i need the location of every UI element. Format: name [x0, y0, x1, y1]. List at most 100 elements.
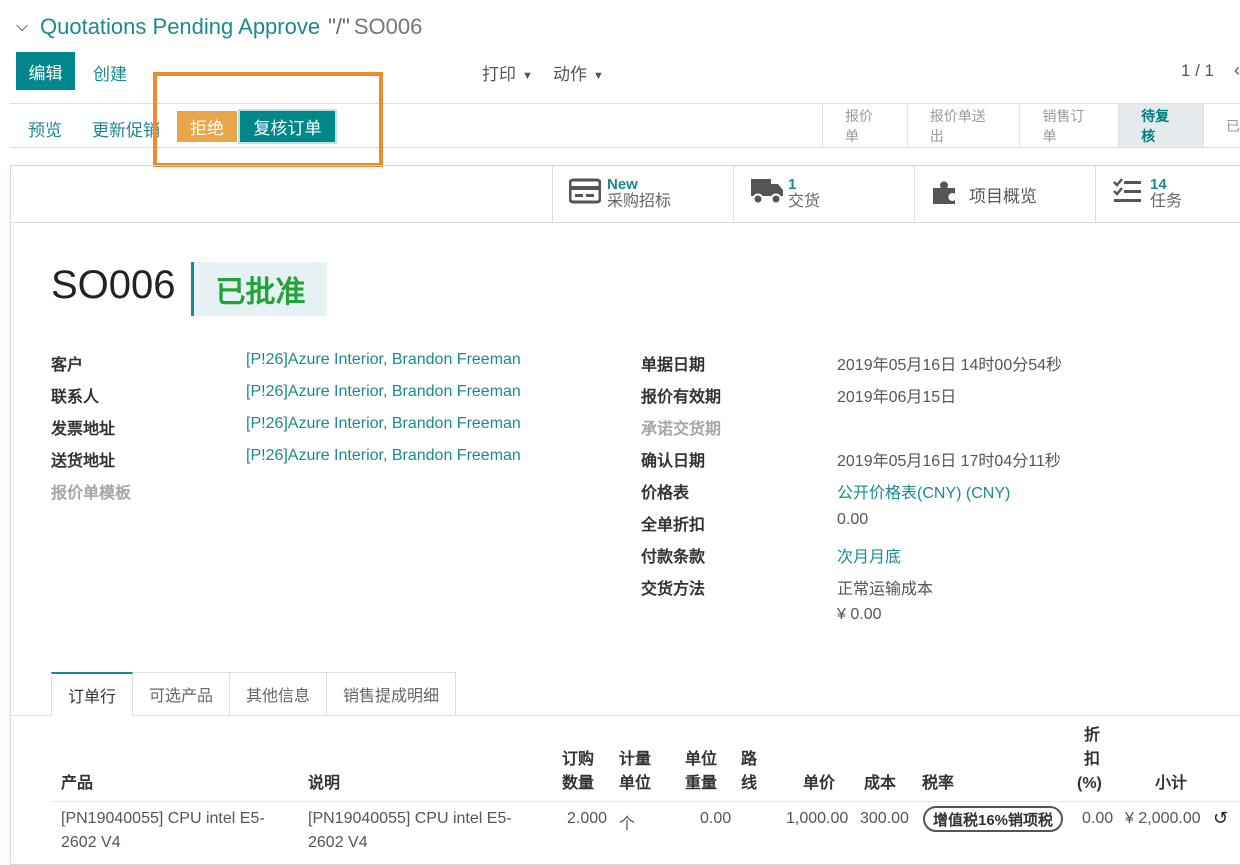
order-date-label: 单据日期 — [641, 357, 706, 374]
col-qty-line1[interactable]: 订购 — [562, 748, 594, 772]
commitment-date-label: 承诺交货期 — [641, 421, 722, 438]
payment-terms-label: 付款条款 — [641, 549, 706, 566]
project-overview-button[interactable]: 项目概览 — [914, 166, 1095, 222]
delivery-address-value[interactable]: [P!26]Azure Interior, Brandon Freeman — [246, 447, 521, 465]
tax-tag[interactable]: 增值税16%销项税 — [923, 806, 1064, 832]
smart-button-number: 1 — [788, 176, 797, 193]
status-badge: 已批准 — [194, 262, 327, 316]
payment-terms-value[interactable]: 次月月底 — [837, 543, 901, 567]
smart-button-bar: New 采购招标 1 交货 项目概览 14 任务 — [11, 166, 1240, 223]
col-uom-line1[interactable]: 计量 — [619, 748, 651, 772]
tasks-button[interactable]: 14 任务 — [1095, 166, 1240, 222]
col-tax[interactable]: 税率 — [922, 772, 954, 796]
create-button[interactable]: 创建 — [93, 60, 127, 85]
col-discount-line1[interactable]: 折 — [1084, 724, 1100, 748]
row-subtotal[interactable]: ¥ 2,000.00 — [1125, 810, 1201, 828]
breadcrumb: ⌵ Quotations Pending Approve "/" SO006 — [16, 14, 422, 40]
row-product-line2[interactable]: 2602 V4 — [61, 834, 121, 852]
edit-button[interactable]: 编辑 — [16, 52, 75, 90]
row-qty[interactable]: 2.000 — [567, 810, 607, 828]
tab-optional-products[interactable]: 可选产品 — [133, 672, 231, 716]
chevron-down-icon[interactable]: ⌵ — [16, 18, 40, 36]
validity-label: 报价有效期 — [641, 389, 722, 406]
puzzle-icon — [931, 176, 969, 213]
pager-previous-icon[interactable]: ‹ — [1234, 60, 1240, 81]
col-route-line2[interactable]: 线 — [741, 772, 757, 796]
confirmation-date-label: 确认日期 — [641, 453, 706, 470]
row-unit-price[interactable]: 1,000.00 — [786, 810, 848, 828]
col-discount-line3[interactable]: (%) — [1077, 772, 1102, 796]
col-uom-line2[interactable]: 单位 — [619, 772, 651, 796]
stage-quotation[interactable]: 报价单 — [822, 104, 907, 147]
history-icon[interactable]: ↺ — [1213, 808, 1228, 829]
tab-commission-details[interactable]: 销售提成明细 — [327, 672, 457, 716]
row-cost[interactable]: 300.00 — [860, 810, 909, 828]
delivery-button[interactable]: 1 交货 — [733, 166, 914, 222]
contact-label: 联系人 — [51, 389, 100, 406]
quotation-template-label: 报价单模板 — [51, 485, 132, 502]
customer-label: 客户 — [51, 357, 84, 374]
row-discount[interactable]: 0.00 — [1082, 810, 1113, 828]
global-discount-label: 全单折扣 — [641, 517, 706, 534]
caret-down-icon: ▼ — [522, 69, 533, 82]
pricelist-value[interactable]: 公开价格表(CNY) (CNY) — [837, 479, 1010, 503]
row-description-line1[interactable]: [PN19040055] CPU intel E5- — [308, 810, 512, 828]
col-unit-price[interactable]: 单价 — [803, 772, 835, 796]
col-weight-line2[interactable]: 重量 — [685, 772, 717, 796]
purchase-tender-button[interactable]: New 采购招标 — [552, 166, 733, 222]
delivery-cost-value: ¥ 0.00 — [837, 606, 882, 623]
global-discount-value: 0.00 — [837, 511, 869, 528]
caret-down-icon: ▼ — [593, 69, 604, 82]
action-dropdown[interactable]: 动作 ▼ — [553, 60, 604, 85]
invoice-address-value[interactable]: [P!26]Azure Interior, Brandon Freeman — [246, 415, 521, 433]
col-route-line1[interactable]: 路 — [741, 748, 757, 772]
stage-pending-review[interactable]: 待复核 — [1118, 104, 1203, 147]
action-label: 动作 — [553, 65, 587, 84]
row-weight[interactable]: 0.00 — [700, 810, 731, 828]
preview-button[interactable]: 预览 — [28, 116, 62, 141]
breadcrumb-separator: "/" — [328, 14, 350, 39]
col-subtotal[interactable]: 小计 — [1155, 772, 1187, 796]
notebook-tabs: 订单行 可选产品 其他信息 销售提成明细 — [51, 672, 457, 716]
tasks-icon — [1112, 177, 1150, 211]
row-product-line1[interactable]: [PN19040055] CPU intel E5- — [61, 810, 265, 828]
delivery-method-label: 交货方法 — [641, 581, 706, 598]
col-product[interactable]: 产品 — [61, 772, 93, 796]
col-description[interactable]: 说明 — [308, 772, 340, 796]
pricelist-label: 价格表 — [641, 485, 690, 502]
print-label: 打印 — [482, 65, 516, 84]
highlight-box — [153, 72, 383, 167]
record-name: SO006 — [51, 263, 176, 307]
col-weight-line1[interactable]: 单位 — [685, 748, 717, 772]
confirmation-date-value: 2019年05月16日 17时04分11秒 — [837, 453, 1061, 470]
purchase-tender-icon — [568, 178, 607, 211]
pager-value[interactable]: 1 / 1 — [1181, 61, 1214, 81]
col-qty-line2[interactable]: 数量 — [562, 772, 594, 796]
validity-value: 2019年06月15日 — [837, 389, 957, 406]
stage-sale-order[interactable]: 销售订单 — [1019, 104, 1118, 147]
tab-other-info[interactable]: 其他信息 — [230, 672, 328, 716]
table-row-divider — [51, 801, 1240, 802]
customer-value[interactable]: [P!26]Azure Interior, Brandon Freeman — [246, 351, 521, 369]
col-discount-line2[interactable]: 扣 — [1084, 748, 1100, 772]
delivery-method-value: 正常运输成本 — [837, 581, 934, 598]
form-sheet: New 采购招标 1 交货 项目概览 14 任务 SO006 已批准 客户 [P!26… — [10, 165, 1240, 865]
truck-icon — [750, 177, 788, 212]
print-dropdown[interactable]: 打印 ▼ — [482, 60, 533, 85]
contact-value[interactable]: [P!26]Azure Interior, Brandon Freeman — [246, 383, 521, 401]
invoice-address-label: 发票地址 — [51, 421, 116, 438]
stage-pipeline: 报价单 报价单送出 销售订单 待复核 已 — [822, 104, 1240, 147]
smart-button-label: 交货 — [788, 193, 821, 210]
order-date-value: 2019年05月16日 14时00分54秒 — [837, 357, 1063, 374]
smart-button-label: 项目概览 — [969, 186, 1037, 206]
row-uom[interactable]: 个 — [619, 810, 635, 834]
update-promotion-button[interactable]: 更新促销 — [92, 116, 160, 141]
smart-button-number: 14 — [1150, 176, 1167, 193]
breadcrumb-parent[interactable]: Quotations Pending Approve — [40, 14, 320, 40]
breadcrumb-current: SO006 — [353, 14, 423, 39]
stage-next[interactable]: 已 — [1203, 104, 1240, 147]
stage-quotation-sent[interactable]: 报价单送出 — [906, 104, 1020, 147]
col-cost[interactable]: 成本 — [864, 772, 896, 796]
tab-order-lines[interactable]: 订单行 — [51, 672, 134, 716]
row-description-line2[interactable]: 2602 V4 — [308, 834, 368, 852]
